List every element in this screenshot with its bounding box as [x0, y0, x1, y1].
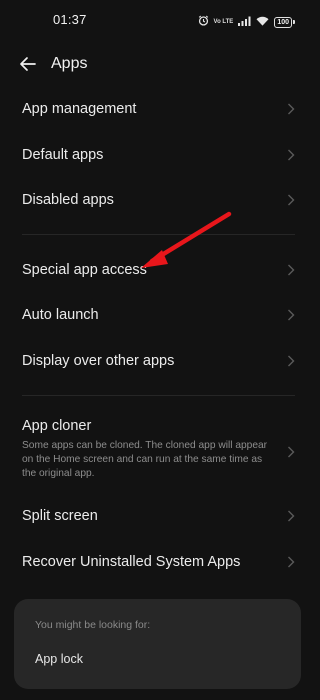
arrow-left-icon[interactable] — [18, 54, 38, 74]
menu-item-description: Some apps can be cloned. The cloned app … — [22, 440, 268, 479]
page-title: Apps — [51, 55, 88, 72]
suggestion-item-app-lock[interactable]: App lock — [35, 652, 83, 666]
menu-item-label: Recover Uninstalled System Apps — [22, 554, 241, 570]
chevron-right-icon — [288, 264, 295, 276]
wifi-icon — [256, 13, 269, 31]
status-bar: 01:37 Vo LTE 100 — [0, 0, 315, 40]
menu-item-label: App cloner — [22, 418, 92, 434]
alarm-icon — [198, 13, 209, 31]
chevron-right-icon — [288, 309, 295, 321]
chevron-right-icon — [288, 446, 295, 458]
volte-icon: Vo LTE — [213, 19, 234, 25]
menu-item-label: Special app access — [22, 262, 147, 278]
chevron-right-icon — [288, 149, 295, 161]
chevron-right-icon — [288, 103, 295, 115]
app-header: Apps — [0, 44, 315, 84]
menu-item-label: App management — [22, 101, 137, 117]
battery-icon: 100 — [274, 16, 295, 28]
menu-item-app-management[interactable]: App management — [0, 88, 315, 130]
menu-item-label: Display over other apps — [22, 353, 175, 369]
chevron-right-icon — [288, 556, 295, 568]
menu-item-display-over-other-apps[interactable]: Display over other apps — [0, 340, 315, 382]
section-divider — [22, 395, 295, 396]
signal-icon — [238, 13, 251, 31]
menu-item-split-screen[interactable]: Split screen — [0, 495, 315, 537]
menu-item-default-apps[interactable]: Default apps — [0, 134, 315, 176]
status-icons: Vo LTE 100 — [198, 13, 295, 31]
chevron-right-icon — [288, 355, 295, 367]
battery-level: 100 — [274, 16, 292, 28]
chevron-right-icon — [288, 194, 295, 206]
section-divider — [22, 234, 295, 235]
menu-item-auto-launch[interactable]: Auto launch — [0, 294, 315, 336]
menu-item-label: Disabled apps — [22, 192, 114, 208]
chevron-right-icon — [288, 510, 295, 522]
menu-item-label: Auto launch — [22, 307, 99, 323]
suggestion-heading: You might be looking for: — [35, 619, 151, 631]
menu-item-special-app-access[interactable]: Special app access — [0, 249, 315, 291]
menu-item-recover-uninstalled-system-apps[interactable]: Recover Uninstalled System Apps — [0, 541, 315, 583]
menu-item-label: Default apps — [22, 147, 104, 163]
menu-item-label: Split screen — [22, 508, 98, 524]
status-time: 01:37 — [53, 12, 87, 27]
suggestion-card: You might be looking for: App lock — [14, 599, 301, 689]
menu-item-app-cloner[interactable]: App cloner Some apps can be cloned. The … — [0, 418, 315, 486]
menu-item-disabled-apps[interactable]: Disabled apps — [0, 179, 315, 221]
